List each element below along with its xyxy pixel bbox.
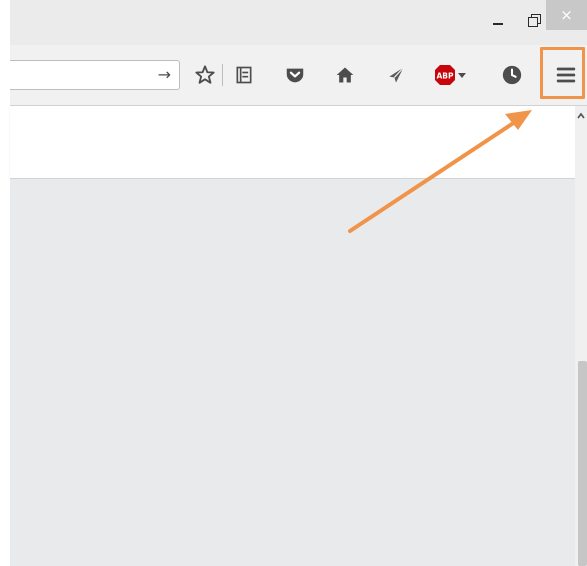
- send-button[interactable]: [384, 63, 408, 87]
- reading-list-icon: [236, 66, 252, 84]
- chevron-down-icon: [458, 73, 466, 78]
- restore-icon: [528, 14, 541, 27]
- pocket-icon: [286, 68, 304, 83]
- address-bar[interactable]: →: [10, 60, 180, 90]
- history-icon: [502, 65, 522, 85]
- home-icon: [336, 67, 354, 83]
- minimize-icon: [493, 23, 503, 25]
- minimize-button[interactable]: [480, 2, 516, 38]
- navigation-toolbar: → ABP: [10, 45, 587, 106]
- title-bar: ×: [10, 0, 587, 45]
- page-header-area: [10, 106, 575, 179]
- scrollbar-thumb[interactable]: [578, 361, 587, 566]
- go-arrow-icon[interactable]: →: [158, 65, 171, 85]
- close-icon: ×: [560, 6, 573, 24]
- bookmark-star-button[interactable]: [193, 63, 217, 87]
- toolbar-separator: [222, 64, 223, 86]
- scroll-up-button[interactable]: [575, 110, 587, 122]
- vertical-scrollbar[interactable]: [575, 106, 587, 566]
- adblock-plus-icon: ABP: [435, 65, 455, 85]
- pocket-button[interactable]: [283, 63, 307, 87]
- home-button[interactable]: [333, 63, 357, 87]
- chevron-up-icon: [577, 112, 585, 119]
- menu-highlight-box: [540, 47, 585, 99]
- page-body: [10, 179, 575, 566]
- bookmark-star-icon: [195, 65, 215, 84]
- close-button[interactable]: ×: [546, 0, 587, 30]
- browser-window: × → ABP: [0, 0, 587, 566]
- adblock-plus-button[interactable]: ABP: [432, 63, 468, 87]
- reading-list-button[interactable]: [232, 63, 256, 87]
- adblock-label: ABP: [436, 72, 454, 81]
- send-icon: [389, 67, 404, 83]
- history-button[interactable]: [500, 63, 524, 87]
- left-margin: [0, 0, 10, 566]
